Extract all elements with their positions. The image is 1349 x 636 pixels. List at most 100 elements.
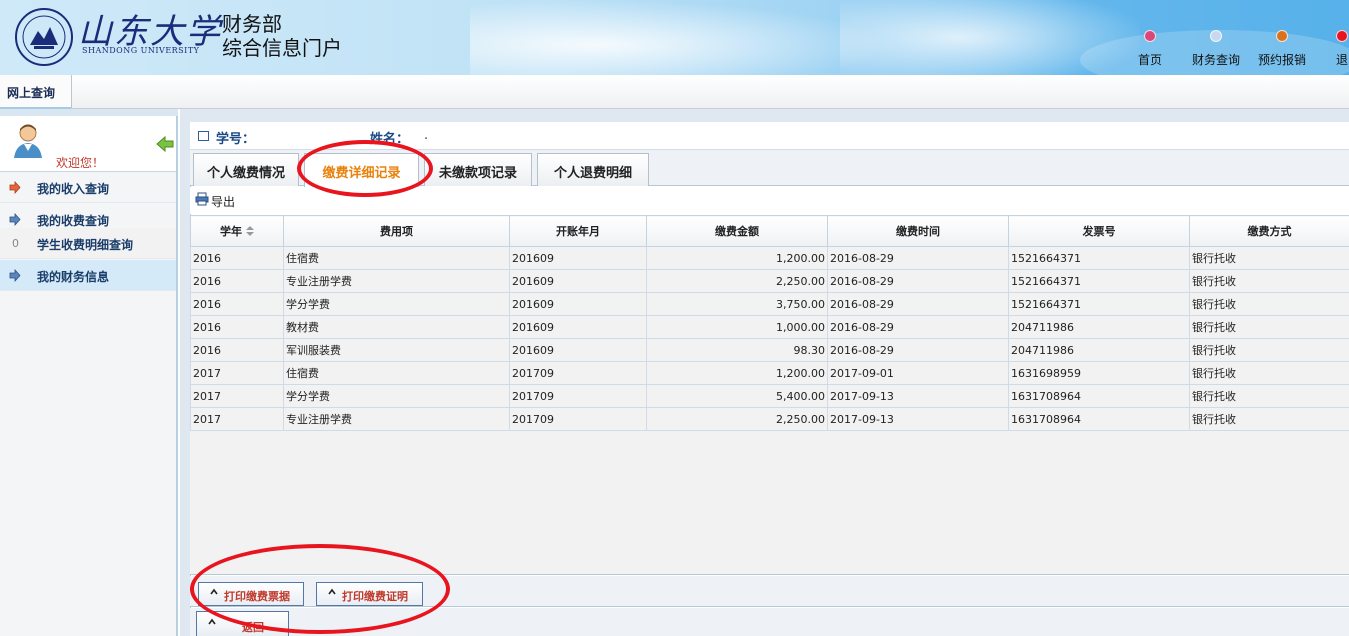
tab-refund-details[interactable]: 个人退费明细 [537,153,649,186]
cell-amount: 1,200.00 [646,361,828,385]
collapse-arrow-icon[interactable] [156,136,174,152]
table-row[interactable]: 2017 住宿费 201709 1,200.00 2017-09-01 1631… [190,361,1349,385]
cell-billing-month: 201609 [509,315,647,339]
cell-invoice-no: 1631708964 [1008,384,1190,408]
cell-amount: 3,750.00 [646,292,828,316]
cell-year: 2017 [190,407,284,431]
sidebar-top-strip [0,109,178,116]
user-panel: 欢迎您！ [0,116,176,172]
cell-invoice-no: 1631698959 [1008,361,1190,385]
table-row[interactable]: 2016 教材费 201609 1,000.00 2016-08-29 2047… [190,315,1349,339]
cell-fee-item: 住宿费 [283,246,510,270]
cell-payment-method: 银行托收 [1189,292,1349,316]
arrow-right-icon [9,269,21,282]
cell-billing-month: 201709 [509,361,647,385]
cell-invoice-no: 1521664371 [1008,246,1190,270]
nav-reimbursement-booking[interactable]: 预约报销 [1258,26,1306,68]
cell-amount: 5,400.00 [646,384,828,408]
caret-up-icon [208,618,216,625]
tab-personal-payment-status[interactable]: 个人缴费情况 [193,153,299,186]
column-header-fee-item[interactable]: 费用项 [283,215,510,247]
tab-payment-detail-records[interactable]: 缴费详细记录 [304,153,419,187]
header-decoration [470,0,890,75]
table-row[interactable]: 2016 军训服装费 201609 98.30 2016-08-29 20471… [190,338,1349,362]
cell-payment-time: 2016-08-29 [827,338,1009,362]
sidebar-item-label: 我的财务信息 [37,270,110,284]
table-header-row: 学年 费用项 开账年月 缴费金额 缴费时间 发票号 缴费方式 [190,215,1349,247]
cell-amount: 1,200.00 [646,246,828,270]
back-button-bar: 返回 [190,608,1349,636]
print-receipt-button[interactable]: 打印缴费票据 [198,582,304,606]
column-header-invoice-no[interactable]: 发票号 [1008,215,1190,247]
nav-dot-icon [1144,30,1156,42]
nav-finance-query[interactable]: 财务查询 [1192,26,1240,68]
nav-label: 预约报销 [1258,53,1307,67]
cell-payment-time: 2016-08-29 [827,315,1009,339]
menu-bar: 网上查询 [0,75,1349,110]
sidebar-item-income-query[interactable]: 我的收入查询 [0,172,176,203]
cell-billing-month: 201609 [509,246,647,270]
table-row[interactable]: 2016 住宿费 201609 1,200.00 2016-08-29 1521… [190,246,1349,270]
cell-invoice-no: 1521664371 [1008,269,1190,293]
button-label: 打印缴费证明 [342,590,408,603]
cell-fee-item: 军训服装费 [283,338,510,362]
cell-billing-month: 201609 [509,269,647,293]
welcome-text: 欢迎您！ [56,156,105,170]
top-navigation: 首页 财务查询 预约报销 退 [1130,26,1349,74]
tab-unpaid-records[interactable]: 未缴款项记录 [424,153,532,186]
cell-payment-time: 2017-09-01 [827,361,1009,385]
nav-label: 财务查询 [1192,53,1241,67]
nav-label: 首页 [1138,53,1163,67]
cell-invoice-no: 204711986 [1008,315,1190,339]
payment-records-table: 学年 费用项 开账年月 缴费金额 缴费时间 发票号 缴费方式 2016 住宿费 … [190,215,1349,431]
cell-payment-time: 2016-08-29 [827,292,1009,316]
grid-toolbar: 导出 [190,187,1349,214]
export-button[interactable]: 导出 [211,193,235,210]
table-row[interactable]: 2017 专业注册学费 201709 2,250.00 2017-09-13 1… [190,407,1349,431]
cell-amount: 2,250.00 [646,269,828,293]
cell-payment-method: 银行托收 [1189,246,1349,270]
button-label: 打印缴费票据 [224,590,290,603]
table-row[interactable]: 2016 学分学费 201609 3,750.00 2016-08-29 152… [190,292,1349,316]
cell-billing-month: 201609 [509,292,647,316]
column-header-billing-month[interactable]: 开账年月 [509,215,647,247]
column-header-year[interactable]: 学年 [190,215,284,247]
sidebar-item-finance-info[interactable]: 我的财务信息 [0,260,176,291]
sort-icon[interactable] [246,226,254,236]
cell-year: 2016 [190,315,284,339]
print-certificate-button[interactable]: 打印缴费证明 [316,582,423,606]
student-name-label: 姓名： [370,132,410,147]
back-button[interactable]: 返回 [196,611,289,636]
arrow-right-icon [9,181,21,194]
portal-header: 山东大学 SHANDONG UNIVERSITY 财务部 综合信息门户 首页 财… [0,0,1349,75]
university-seal-icon [15,8,73,66]
nav-logout[interactable]: 退 [1336,26,1348,68]
cell-payment-method: 银行托收 [1189,384,1349,408]
cell-payment-method: 银行托收 [1189,407,1349,431]
cell-invoice-no: 1521664371 [1008,292,1190,316]
printer-icon[interactable] [195,192,209,206]
menu-tab-online-query[interactable]: 网上查询 [0,75,72,110]
cell-year: 2016 [190,292,284,316]
cell-billing-month: 201609 [509,338,647,362]
table-row[interactable]: 2017 学分学费 201709 5,400.00 2017-09-13 163… [190,384,1349,408]
cell-payment-method: 银行托收 [1189,338,1349,362]
column-header-payment-time[interactable]: 缴费时间 [827,215,1009,247]
button-label: 返回 [242,621,264,634]
column-header-payment-method[interactable]: 缴费方式 [1189,215,1349,247]
sidebar-item-student-fee-detail[interactable]: 0 学生收费明细查询 [0,228,176,259]
table-row[interactable]: 2016 专业注册学费 201609 2,250.00 2016-08-29 1… [190,269,1349,293]
tab-strip: 个人缴费情况 缴费详细记录 未缴款项记录 个人退费明细 [190,150,1349,187]
cell-year: 2016 [190,269,284,293]
cell-year: 2016 [190,338,284,362]
cell-year: 2016 [190,246,284,270]
cell-fee-item: 住宿费 [283,361,510,385]
cell-payment-time: 2017-09-13 [827,407,1009,431]
user-avatar-icon [14,124,42,158]
student-info-bar: 学号： 姓名： . [190,122,1349,150]
nav-home[interactable]: 首页 [1138,26,1162,68]
column-header-amount[interactable]: 缴费金额 [646,215,828,247]
cell-year: 2017 [190,384,284,408]
cell-payment-time: 2017-09-13 [827,384,1009,408]
cell-invoice-no: 1631708964 [1008,407,1190,431]
